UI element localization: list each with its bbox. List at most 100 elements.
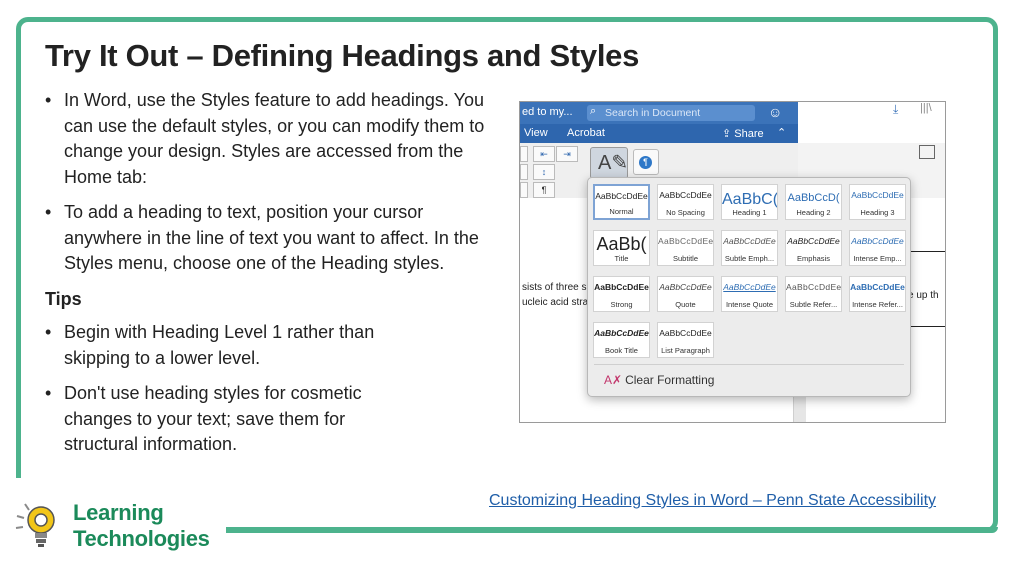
style-tile-subtle-refer[interactable]: AaBbCcDdEe Subtle Refer... bbox=[785, 276, 842, 312]
style-name: List Paragraph bbox=[661, 346, 710, 355]
style-name: Title bbox=[614, 254, 629, 263]
style-tile-heading-2[interactable]: AaBbCcD( Heading 2 bbox=[785, 184, 842, 220]
document-text-line: ucleic acid stra bbox=[522, 297, 589, 308]
style-tile-emphasis[interactable]: AaBbCcDdEe Emphasis bbox=[785, 230, 842, 266]
style-sample: AaBbCcDdEe bbox=[594, 282, 649, 292]
logo-text-learning: Learning bbox=[73, 500, 164, 525]
share-button[interactable]: ⇪ Share bbox=[722, 127, 764, 140]
download-icon[interactable]: ⤓ bbox=[893, 102, 898, 117]
style-name: Intense Quote bbox=[725, 300, 774, 309]
search-input[interactable]: ⌕ Search in Document bbox=[587, 105, 755, 121]
outdent-icon[interactable]: ⇤ bbox=[533, 146, 555, 162]
style-tile-list-paragraph[interactable]: AaBbCcDdEe List Paragraph bbox=[657, 322, 714, 358]
search-icon: ⌕ bbox=[590, 105, 597, 117]
style-tile-subtle-emph[interactable]: AaBbCcDdEe Subtle Emph... bbox=[721, 230, 778, 266]
penn-state-link[interactable]: Customizing Heading Styles in Word – Pen… bbox=[489, 492, 936, 510]
word-title-bar: ed to my... ⌕ Search in Document ☺ bbox=[520, 102, 798, 124]
word-menu-bar: View Acrobat ⇪ Share ⌃ bbox=[520, 124, 798, 143]
tip-cosmetic: Don't use heading styles for cosmetic ch… bbox=[45, 381, 414, 458]
style-sample: AaBbCcDdEe bbox=[723, 236, 776, 246]
style-tile-book-title[interactable]: AaBbCcDdEe Book Title bbox=[593, 322, 650, 358]
style-sample: AaBbCcDdEe bbox=[659, 190, 712, 200]
style-tile-strong[interactable]: AaBbCcDdEe Strong bbox=[593, 276, 650, 312]
style-name: Strong bbox=[610, 300, 633, 309]
bullet-add-heading: To add a heading to text, position your … bbox=[45, 200, 485, 277]
style-sample: AaBbCcDdEe bbox=[787, 236, 840, 246]
style-tile-no-spacing[interactable]: AaBbCcDdEe No Spacing bbox=[657, 184, 714, 220]
style-tile-subtitle[interactable]: AaBbCcDdEe Subtitle bbox=[657, 230, 714, 266]
ribbon-button[interactable] bbox=[520, 146, 528, 162]
table-border bbox=[910, 251, 945, 252]
style-sample: AaBbCcDdEe bbox=[659, 328, 712, 338]
ribbon-button[interactable] bbox=[520, 182, 528, 198]
document-text-line: e up th bbox=[908, 290, 939, 301]
document-text-line: sists of three su bbox=[522, 282, 593, 293]
indent-icon[interactable]: ⇥ bbox=[556, 146, 578, 162]
style-sample: AaBbCcDdEe bbox=[594, 328, 649, 338]
style-sample: AaBbCcDdEe bbox=[850, 282, 905, 292]
line-spacing-icon[interactable]: ↕ bbox=[533, 164, 555, 180]
styles-gallery: AaBbCcDdEe Normal AaBbCcDdEe No Spacing AaBb… bbox=[587, 177, 911, 397]
style-tile-quote[interactable]: AaBbCcDdEe Quote bbox=[657, 276, 714, 312]
tips-heading: Tips bbox=[45, 288, 82, 309]
share-label: Share bbox=[734, 128, 764, 140]
style-sample: AaBbC( bbox=[722, 191, 778, 208]
bottom-accent-bar bbox=[226, 527, 998, 533]
tab-acrobat[interactable]: Acrobat bbox=[567, 127, 605, 139]
style-sample: AaBbCcDdEe bbox=[851, 236, 904, 246]
slide-content: In Word, use the Styles feature to add h… bbox=[45, 88, 485, 468]
styles-brush-icon: A✎ bbox=[598, 152, 629, 174]
style-sample: AaBbCcDdEe bbox=[723, 282, 776, 292]
style-name: Intense Emp... bbox=[853, 254, 902, 263]
style-tile-heading-3[interactable]: AaBbCcDdEe Heading 3 bbox=[849, 184, 906, 220]
style-name: Quote bbox=[675, 300, 696, 309]
style-sample: AaBb( bbox=[596, 234, 647, 254]
style-name: Heading 2 bbox=[796, 208, 831, 217]
styles-pane-icon: ¶ bbox=[639, 156, 652, 169]
pilcrow-icon[interactable]: ¶ bbox=[533, 182, 555, 198]
style-tile-intense-emp[interactable]: AaBbCcDdEe Intense Emp... bbox=[849, 230, 906, 266]
lightbulb-gear-icon bbox=[15, 503, 55, 547]
style-tile-normal[interactable]: AaBbCcDdEe Normal bbox=[593, 184, 650, 220]
style-name: Subtle Emph... bbox=[724, 254, 775, 263]
ribbon-button[interactable] bbox=[520, 164, 528, 180]
style-sample: AaBbCcDdEe bbox=[658, 236, 714, 246]
style-name: Subtle Refer... bbox=[789, 300, 838, 309]
document-title: ed to my... bbox=[522, 106, 573, 118]
style-name: Heading 3 bbox=[860, 208, 895, 217]
word-right-header: ⤓ |||\ bbox=[798, 102, 945, 143]
collapse-ribbon-icon[interactable]: ⌃ bbox=[777, 126, 786, 139]
slide-title: Try It Out – Defining Headings and Style… bbox=[45, 38, 640, 73]
styles-gallery-button[interactable]: A✎ bbox=[590, 147, 628, 179]
table-border bbox=[910, 326, 945, 327]
bullet-styles-feature: In Word, use the Styles feature to add h… bbox=[45, 88, 485, 190]
style-tile-intense-quote[interactable]: AaBbCcDdEe Intense Quote bbox=[721, 276, 778, 312]
style-sample: AaBbCcDdEe bbox=[595, 191, 648, 201]
tab-view[interactable]: View bbox=[524, 127, 548, 139]
style-name: Book Title bbox=[605, 346, 638, 355]
search-placeholder: Search in Document bbox=[605, 107, 701, 119]
style-sample: AaBbCcDdEe bbox=[786, 282, 842, 292]
eraser-icon: A✗ bbox=[604, 373, 623, 387]
present-icon[interactable] bbox=[919, 145, 935, 159]
style-name: Subtitle bbox=[672, 254, 699, 263]
logo-text-technologies: Technologies bbox=[73, 526, 210, 551]
style-name: Intense Refer... bbox=[852, 300, 903, 309]
style-sample: AaBbCcDdEe bbox=[659, 282, 712, 292]
library-icon[interactable]: |||\ bbox=[920, 102, 932, 114]
style-tile-intense-refer[interactable]: AaBbCcDdEe Intense Refer... bbox=[849, 276, 906, 312]
gallery-divider bbox=[594, 364, 904, 365]
feedback-smiley-icon[interactable]: ☺ bbox=[768, 104, 782, 120]
style-name: No Spacing bbox=[666, 208, 705, 217]
clear-formatting-label: Clear Formatting bbox=[625, 373, 715, 387]
clear-formatting-button[interactable]: A✗ Clear Formatting bbox=[604, 373, 714, 387]
style-name: Emphasis bbox=[797, 254, 830, 263]
style-tile-title[interactable]: AaBb(Title bbox=[593, 230, 650, 266]
learning-technologies-logo: Learning Technologies bbox=[11, 498, 231, 556]
style-name: Heading 1 bbox=[732, 208, 767, 217]
style-sample: AaBbCcDdEe bbox=[851, 190, 904, 200]
style-tile-heading-1[interactable]: AaBbC(Heading 1 bbox=[721, 184, 778, 220]
style-sample: AaBbCcD( bbox=[787, 192, 840, 204]
styles-pane-button[interactable]: ¶ bbox=[633, 149, 659, 175]
style-name: Normal bbox=[609, 207, 634, 216]
